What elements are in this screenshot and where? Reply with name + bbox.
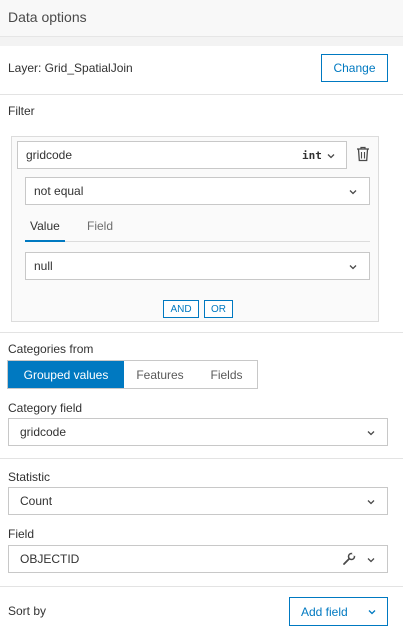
filter-field-name: gridcode xyxy=(26,148,73,162)
statistic-label: Statistic xyxy=(8,470,51,484)
tab-underline xyxy=(65,241,370,242)
chevron-down-icon xyxy=(348,187,358,197)
statistic-value: Count xyxy=(20,494,53,508)
statistic-select[interactable]: Count xyxy=(8,487,388,515)
categories-from-toggle: Grouped values Features Fields xyxy=(7,360,258,389)
category-field-value: gridcode xyxy=(20,425,67,439)
trash-icon[interactable] xyxy=(356,146,370,162)
category-field-select[interactable]: gridcode xyxy=(8,418,388,446)
wrench-icon xyxy=(342,552,356,566)
add-field-label: Add field xyxy=(301,604,348,619)
chevron-down-icon xyxy=(326,151,336,161)
chevron-down-icon xyxy=(366,497,376,507)
add-sort-field-button[interactable]: Add field xyxy=(289,597,388,626)
chevron-down-icon xyxy=(366,428,376,438)
filter-section-label: Filter xyxy=(8,104,35,118)
category-field-label: Category field xyxy=(8,401,83,415)
category-option-grouped-values[interactable]: Grouped values xyxy=(8,361,124,388)
category-option-features[interactable]: Features xyxy=(124,361,196,388)
section-gap xyxy=(0,37,403,46)
sort-by-label: Sort by xyxy=(8,604,47,618)
field-label: Field xyxy=(8,527,35,541)
chevron-down-icon xyxy=(348,262,358,272)
add-and-clause-button[interactable]: AND xyxy=(163,300,199,318)
panel-header: Data options xyxy=(0,0,403,37)
layer-label: Layer: Grid_SpatialJoin xyxy=(8,61,133,75)
category-option-fields[interactable]: Fields xyxy=(196,361,257,388)
add-or-clause-button[interactable]: OR xyxy=(204,300,233,318)
filter-value: null xyxy=(34,259,53,273)
filter-field-select[interactable]: gridcode int xyxy=(17,141,347,169)
divider xyxy=(0,458,403,459)
active-tab-indicator xyxy=(25,240,65,242)
chevron-down-icon xyxy=(366,555,376,565)
field-select[interactable]: OBJECTID xyxy=(8,545,388,573)
tab-value[interactable]: Value xyxy=(30,219,60,233)
divider xyxy=(0,586,403,587)
field-value: OBJECTID xyxy=(20,552,80,566)
divider xyxy=(0,332,403,333)
filter-operator-value: not equal xyxy=(34,184,84,198)
filter-operator-select[interactable]: not equal xyxy=(25,177,370,205)
categories-from-label: Categories from xyxy=(8,342,94,356)
panel-title: Data options xyxy=(8,9,87,25)
chevron-down-icon xyxy=(367,607,377,617)
tab-field[interactable]: Field xyxy=(87,219,113,233)
change-layer-button[interactable]: Change xyxy=(321,54,388,82)
filter-value-select[interactable]: null xyxy=(25,252,370,280)
divider xyxy=(0,94,403,95)
field-type-badge: int xyxy=(302,149,322,162)
